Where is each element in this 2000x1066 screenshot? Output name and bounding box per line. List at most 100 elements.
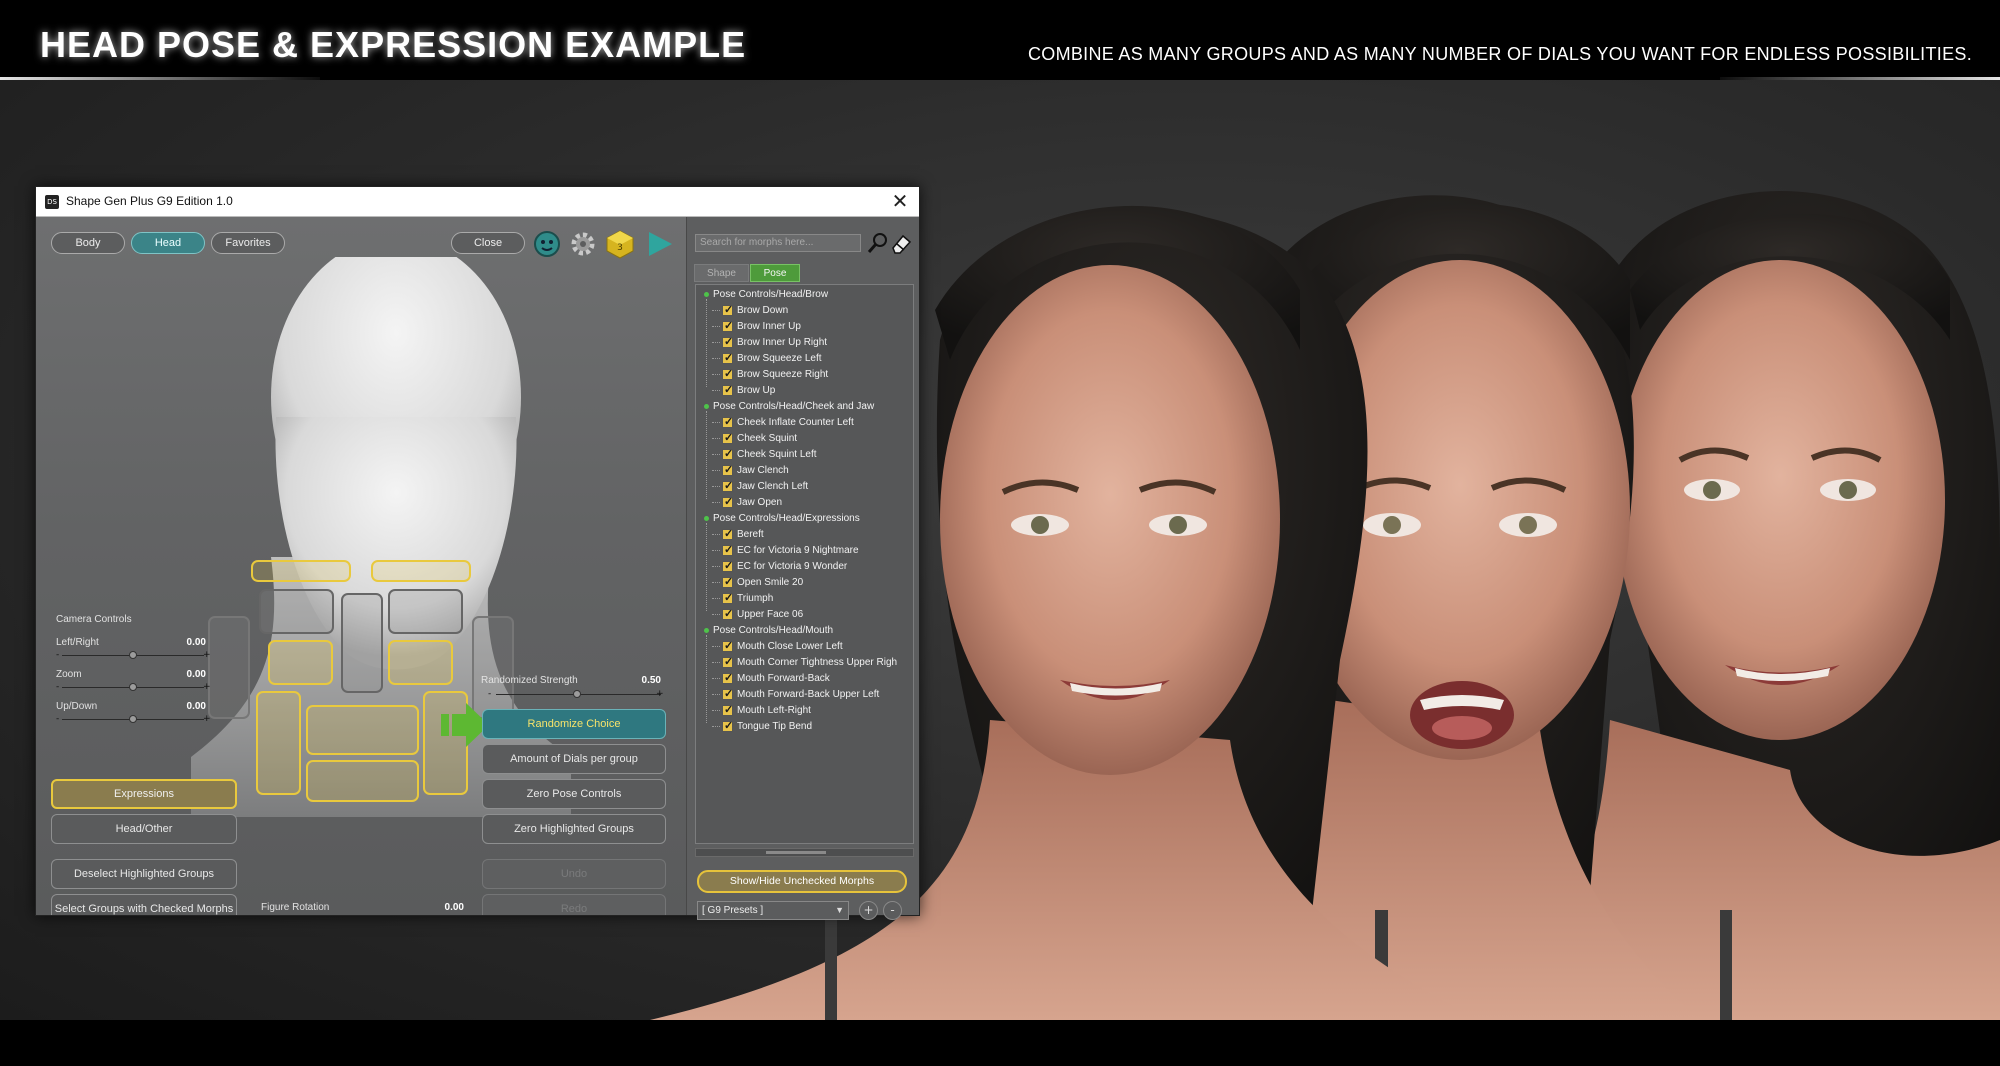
checkbox-icon[interactable] bbox=[722, 383, 733, 396]
checkbox-icon[interactable] bbox=[722, 639, 733, 652]
checkbox-icon[interactable] bbox=[722, 463, 733, 476]
checkbox-icon[interactable] bbox=[722, 543, 733, 556]
region-jaw-left[interactable] bbox=[256, 691, 301, 795]
morph-item[interactable]: Brow Down bbox=[712, 303, 788, 316]
morph-item[interactable]: Jaw Clench bbox=[712, 463, 789, 476]
presets-dropdown[interactable]: [ G9 Presets ] ▼ bbox=[697, 901, 849, 920]
checkbox-icon[interactable] bbox=[722, 351, 733, 364]
morph-group[interactable]: Pose Controls/Head/Brow bbox=[704, 289, 828, 300]
daz-cube-icon[interactable]: 3 bbox=[605, 229, 635, 259]
region-brow-left[interactable] bbox=[251, 560, 351, 582]
morph-item[interactable]: Brow Up bbox=[712, 383, 775, 396]
expressions-group-button[interactable]: Expressions bbox=[51, 779, 237, 809]
morph-item[interactable]: Upper Face 06 bbox=[712, 607, 803, 620]
play-icon[interactable] bbox=[646, 229, 674, 259]
eraser-icon[interactable] bbox=[890, 232, 912, 254]
tab-shape[interactable]: Shape bbox=[694, 264, 749, 282]
morph-item[interactable]: Mouth Corner Tightness Upper Righ bbox=[712, 655, 897, 668]
search-input[interactable]: Search for morphs here... bbox=[695, 234, 861, 252]
checkbox-icon[interactable] bbox=[722, 671, 733, 684]
morph-item[interactable]: Cheek Squint Left bbox=[712, 447, 817, 460]
slider-zoom-knob[interactable] bbox=[129, 683, 137, 691]
horizontal-scrollbar[interactable] bbox=[695, 848, 914, 857]
face-icon[interactable] bbox=[533, 230, 561, 258]
checkbox-icon[interactable] bbox=[722, 703, 733, 716]
scrollbar-thumb[interactable] bbox=[766, 851, 826, 854]
morph-item[interactable]: Mouth Forward-Back bbox=[712, 671, 830, 684]
gear-icon[interactable] bbox=[569, 230, 597, 258]
deselect-highlighted-groups-button[interactable]: Deselect Highlighted Groups bbox=[51, 859, 237, 889]
zero-pose-controls-button[interactable]: Zero Pose Controls bbox=[482, 779, 666, 809]
checkbox-icon[interactable] bbox=[722, 415, 733, 428]
checkbox-icon[interactable] bbox=[722, 495, 733, 508]
show-hide-unchecked-morphs-button[interactable]: Show/Hide Unchecked Morphs bbox=[697, 870, 907, 893]
region-chin[interactable] bbox=[306, 760, 419, 802]
checkbox-icon[interactable] bbox=[722, 367, 733, 380]
morph-item[interactable]: Brow Inner Up bbox=[712, 319, 801, 332]
undo-button[interactable]: Undo bbox=[482, 859, 666, 889]
morph-item[interactable]: Brow Squeeze Left bbox=[712, 351, 822, 364]
morph-item[interactable]: Mouth Close Lower Left bbox=[712, 639, 843, 652]
region-ear-left[interactable] bbox=[208, 616, 250, 719]
morph-item[interactable]: Tongue Tip Bend bbox=[712, 719, 812, 732]
morph-group[interactable]: Pose Controls/Head/Mouth bbox=[704, 625, 833, 636]
checkbox-icon[interactable] bbox=[722, 575, 733, 588]
region-mouth[interactable] bbox=[306, 705, 419, 755]
morph-item[interactable]: Jaw Clench Left bbox=[712, 479, 808, 492]
morph-item[interactable]: Bereft bbox=[712, 527, 764, 540]
checkbox-icon[interactable] bbox=[722, 655, 733, 668]
checkbox-icon[interactable] bbox=[722, 687, 733, 700]
region-nose[interactable] bbox=[341, 593, 383, 693]
morph-item[interactable]: Cheek Squint bbox=[712, 431, 797, 444]
slider-up-down-knob[interactable] bbox=[129, 715, 137, 723]
zero-highlighted-groups-button[interactable]: Zero Highlighted Groups bbox=[482, 814, 666, 844]
figure-rotation-label: Figure Rotation bbox=[261, 902, 330, 913]
remove-preset-button[interactable]: - bbox=[883, 901, 902, 920]
close-window-button[interactable]: ✕ bbox=[887, 189, 913, 215]
region-brow-right[interactable] bbox=[371, 560, 471, 582]
checkbox-icon[interactable] bbox=[722, 335, 733, 348]
morph-item[interactable]: Cheek Inflate Counter Left bbox=[712, 415, 854, 428]
checkbox-icon[interactable] bbox=[722, 431, 733, 444]
randomize-choice-button[interactable]: Randomize Choice bbox=[482, 709, 666, 739]
randomized-strength-knob[interactable] bbox=[573, 690, 581, 698]
region-eye-right[interactable] bbox=[388, 589, 463, 634]
region-cheek-left[interactable] bbox=[268, 640, 333, 685]
checkbox-icon[interactable] bbox=[722, 591, 733, 604]
morph-item[interactable]: Mouth Left-Right bbox=[712, 703, 811, 716]
select-groups-with-checked-morphs-button[interactable]: Select Groups with Checked Morphs bbox=[51, 894, 237, 915]
tab-favorites[interactable]: Favorites bbox=[211, 232, 285, 254]
checkbox-icon[interactable] bbox=[722, 303, 733, 316]
head-other-group-button[interactable]: Head/Other bbox=[51, 814, 237, 844]
morph-item[interactable]: Brow Inner Up Right bbox=[712, 335, 828, 349]
morph-item[interactable]: EC for Victoria 9 Nightmare bbox=[712, 543, 859, 556]
checkbox-icon[interactable] bbox=[722, 559, 733, 572]
checkbox-icon[interactable] bbox=[722, 319, 733, 332]
checkbox-icon[interactable] bbox=[722, 607, 733, 620]
morph-item[interactable]: Brow Squeeze Right bbox=[712, 367, 828, 380]
morph-item[interactable]: Mouth Forward-Back Upper Left bbox=[712, 687, 879, 700]
region-cheek-right[interactable] bbox=[388, 640, 453, 685]
checkbox-icon[interactable] bbox=[722, 479, 733, 492]
search-icon[interactable] bbox=[867, 232, 889, 254]
morph-group[interactable]: Pose Controls/Head/Expressions bbox=[704, 513, 860, 524]
add-preset-button[interactable]: + bbox=[859, 901, 878, 920]
morph-item[interactable]: EC for Victoria 9 Wonder bbox=[712, 559, 847, 572]
checkbox-icon[interactable] bbox=[722, 719, 733, 732]
amount-of-dials-button[interactable]: Amount of Dials per group bbox=[482, 744, 666, 774]
morph-item-label: Brow Inner Up Right bbox=[737, 337, 828, 349]
slider-left-right-knob[interactable] bbox=[129, 651, 137, 659]
redo-button[interactable]: Redo bbox=[482, 894, 666, 915]
checkbox-icon[interactable] bbox=[722, 527, 733, 540]
close-button[interactable]: Close bbox=[451, 232, 525, 254]
tab-body[interactable]: Body bbox=[51, 232, 125, 254]
morph-group[interactable]: Pose Controls/Head/Cheek and Jaw bbox=[704, 401, 874, 412]
tab-pose[interactable]: Pose bbox=[750, 264, 800, 282]
region-eye-left[interactable] bbox=[259, 589, 334, 634]
morph-item[interactable]: Jaw Open bbox=[712, 495, 782, 508]
morph-item[interactable]: Open Smile 20 bbox=[712, 575, 803, 588]
tab-head[interactable]: Head bbox=[131, 232, 205, 254]
checkbox-icon[interactable] bbox=[722, 447, 733, 460]
morph-item[interactable]: Triumph bbox=[712, 591, 773, 604]
dialog-titlebar[interactable]: DS Shape Gen Plus G9 Edition 1.0 ✕ bbox=[36, 187, 919, 217]
